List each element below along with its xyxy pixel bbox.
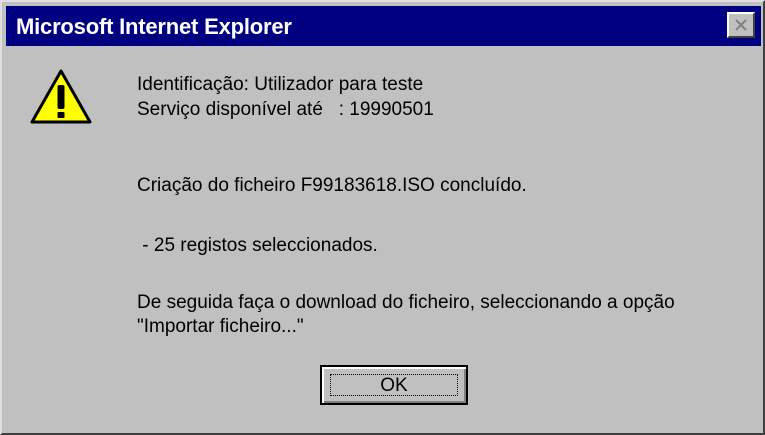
message-line-records: - 25 registos seleccionados. xyxy=(137,235,378,256)
close-x-icon xyxy=(735,19,747,31)
window-title: Microsoft Internet Explorer xyxy=(16,14,292,39)
close-button[interactable] xyxy=(727,12,755,38)
message-line-download: De seguida faça o download do ficheiro, … xyxy=(137,292,675,313)
message-line-import: "Importar ficheiro..." xyxy=(137,316,304,337)
warning-icon xyxy=(30,69,92,124)
title-bar[interactable]: Microsoft Internet Explorer xyxy=(6,6,761,46)
ok-button-label: OK xyxy=(380,375,408,396)
message-line-file-created: Criação do ficheiro F99183618.ISO conclu… xyxy=(137,175,527,196)
ok-button[interactable]: OK xyxy=(320,365,468,405)
message-line-identification: Identificação: Utilizador para teste xyxy=(137,74,424,95)
message-line-service: Serviço disponível até : 19990501 xyxy=(137,99,434,120)
message-dialog: Microsoft Internet Explorer Identificaçã… xyxy=(0,0,765,435)
